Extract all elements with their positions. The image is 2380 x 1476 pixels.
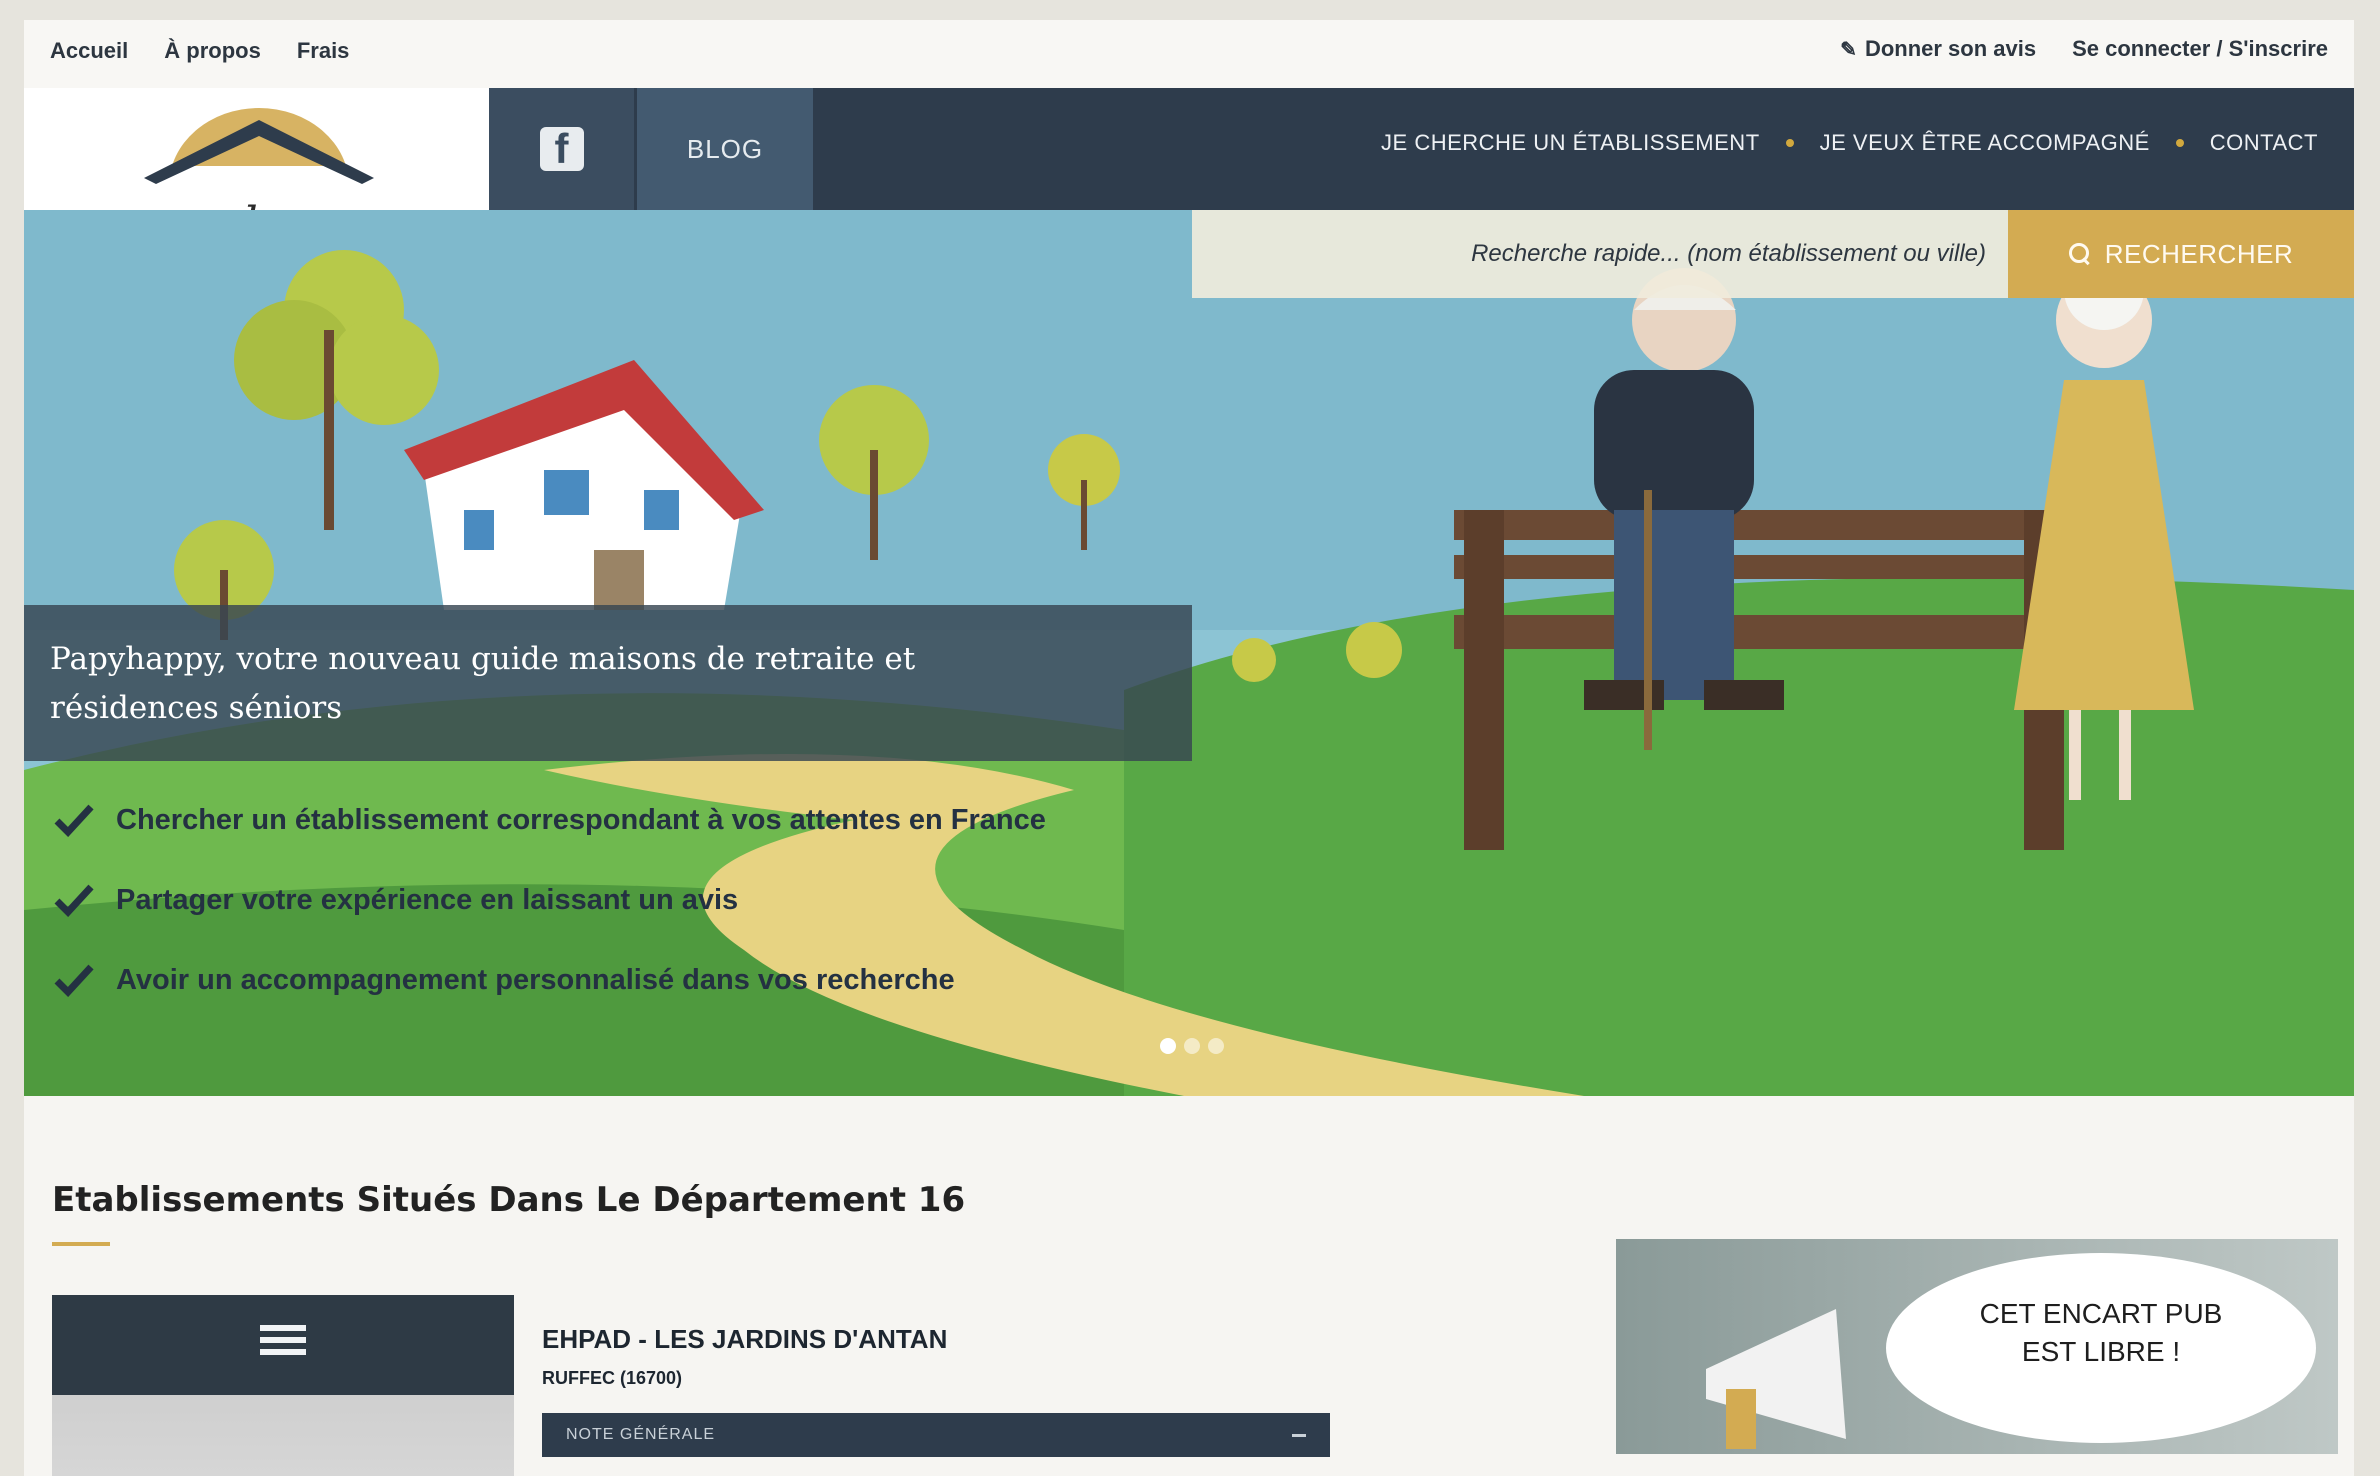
search-button-label: RECHERCHER bbox=[2104, 238, 2294, 269]
collapse-icon bbox=[1292, 1433, 1306, 1437]
page: Accueil À propos Frais ✎ Donner son avis … bbox=[24, 20, 2354, 1476]
link-a-propos[interactable]: À propos bbox=[164, 38, 261, 64]
hero-banner-line1: Papyhappy, votre nouveau guide maisons d… bbox=[50, 641, 916, 677]
nav-item-contact[interactable]: CONTACT bbox=[2210, 130, 2318, 156]
login-link[interactable]: Se connecter / S'inscrire bbox=[2072, 36, 2328, 62]
ad-slot[interactable]: CET ENCART PUB EST LIBRE ! bbox=[1616, 1239, 2338, 1454]
checklist-text: Partager votre expérience en laissant un… bbox=[116, 883, 739, 916]
search-input[interactable] bbox=[1192, 210, 2008, 298]
checklist-text: Chercher un établissement correspondant … bbox=[116, 803, 1046, 836]
title-underline bbox=[52, 1242, 110, 1246]
quick-search: RECHERCHE R bbox=[1192, 210, 2354, 298]
rating-label: NOTE GÉNÉRALE bbox=[566, 1426, 716, 1443]
ad-line-1: CET ENCART PUB bbox=[1979, 1298, 2223, 1329]
search-button[interactable]: RECHERCHER bbox=[2008, 210, 2354, 298]
slider-dots bbox=[1160, 1038, 1224, 1054]
main-navbar: f BLOG JE CHERCHE UN ÉTABLISSEMENT JE VE… bbox=[489, 88, 2354, 210]
checklist-item: Chercher un établissement correspondant … bbox=[54, 780, 1046, 860]
facebook-button[interactable]: f bbox=[489, 88, 634, 210]
rating-bar[interactable]: NOTE GÉNÉRALE bbox=[542, 1413, 1330, 1457]
nav-item-find-establishment[interactable]: JE CHERCHE UN ÉTABLISSEMENT bbox=[1381, 130, 1760, 156]
nav-blog[interactable]: BLOG bbox=[637, 88, 813, 210]
nav-separator bbox=[1785, 139, 1794, 147]
top-right-links: ✎ Donner son avis Se connecter / S'inscri… bbox=[1840, 36, 2328, 62]
checklist-item: Avoir un accompagnement personnalisé dan… bbox=[54, 940, 1046, 1020]
slider-dot-1[interactable] bbox=[1160, 1038, 1176, 1054]
link-frais[interactable]: Frais bbox=[297, 38, 350, 64]
give-review-link[interactable]: ✎ Donner son avis bbox=[1840, 36, 2036, 62]
checklist-text: Avoir un accompagnement personnalisé dan… bbox=[116, 963, 955, 996]
listing-city: RUFFEC (16700) bbox=[542, 1368, 683, 1388]
hero-slider: RECHERCHER Papyhappy, votre nouveau guid… bbox=[24, 210, 2354, 1096]
facebook-icon: f bbox=[539, 127, 584, 171]
slider-dot-3[interactable] bbox=[1208, 1038, 1224, 1054]
nav-menu: JE CHERCHE UN ÉTABLISSEMENT JE VEUX ÊTRE… bbox=[1381, 130, 2318, 156]
ad-line-2: EST LIBRE ! bbox=[2021, 1336, 2181, 1367]
checkmark-icon bbox=[54, 884, 94, 917]
megaphone-icon bbox=[1706, 1309, 1846, 1449]
ad-text: CET ENCART PUB EST LIBRE ! bbox=[1916, 1295, 2286, 1371]
listing-name[interactable]: EHPAD - LES JARDINS D'ANTAN bbox=[542, 1324, 947, 1355]
checklist-item: Partager votre expérience en laissant un… bbox=[54, 860, 1046, 940]
hero-banner: Papyhappy, votre nouveau guide maisons d… bbox=[24, 605, 1192, 761]
section-title: Etablissements Situés Dans Le Départemen… bbox=[52, 1180, 966, 1220]
list-icon bbox=[260, 1325, 306, 1365]
nav-separator bbox=[2175, 139, 2184, 147]
pen-icon: ✎ bbox=[1840, 39, 1857, 61]
search-icon bbox=[2068, 243, 2091, 265]
nav-item-get-support[interactable]: JE VEUX ÊTRE ACCOMPAGNÉ bbox=[1820, 130, 2150, 156]
hero-banner-line2: résidences séniors bbox=[50, 690, 343, 726]
slider-dot-2[interactable] bbox=[1184, 1038, 1200, 1054]
top-utility-bar: Accueil À propos Frais ✎ Donner son avis … bbox=[24, 20, 2354, 88]
hero-checklist: Chercher un établissement correspondant … bbox=[54, 780, 1046, 1020]
listing-thumbnail[interactable] bbox=[52, 1295, 514, 1476]
checkmark-icon bbox=[54, 964, 94, 997]
checkmark-icon bbox=[54, 804, 94, 837]
top-left-links: Accueil À propos Frais bbox=[50, 38, 349, 64]
give-review-label: Donner son avis bbox=[1864, 36, 2037, 61]
link-accueil[interactable]: Accueil bbox=[50, 38, 128, 64]
